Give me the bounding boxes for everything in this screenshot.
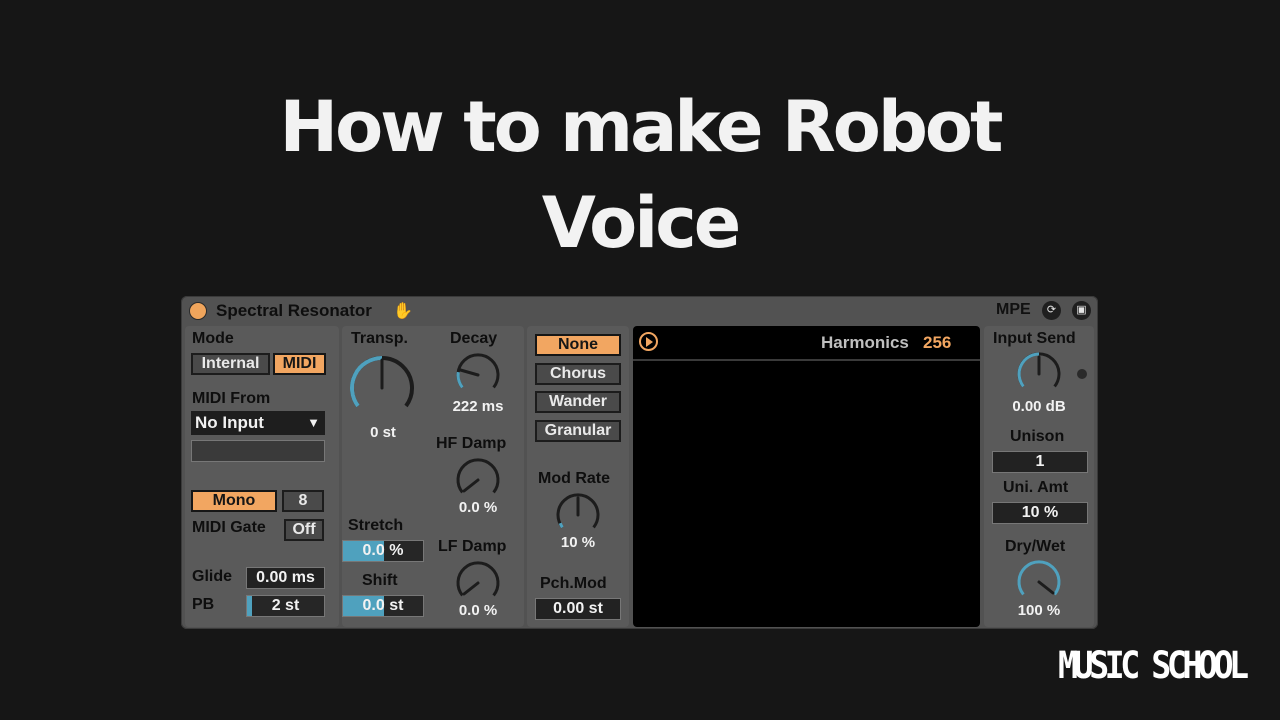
mode-label: Mode bbox=[192, 330, 234, 347]
mod-granular-button[interactable]: Granular bbox=[535, 420, 621, 442]
dry-wet-value: 100 % bbox=[1017, 602, 1061, 619]
mpe-label: MPE bbox=[996, 301, 1031, 318]
pb-slider[interactable]: 2 st bbox=[246, 595, 325, 617]
shift-label: Shift bbox=[362, 572, 398, 589]
dry-wet-label: Dry/Wet bbox=[1005, 538, 1066, 555]
mono-button[interactable]: Mono bbox=[191, 490, 277, 512]
midi-channel-field[interactable] bbox=[191, 440, 325, 462]
mod-rate-value: 10 % bbox=[560, 534, 596, 551]
input-send-indicator bbox=[1077, 369, 1087, 379]
music-school-logo: MUSIC SCHOOL bbox=[1058, 644, 1249, 687]
device-titlebar: Spectral Resonator ✋ MPE ⟳ ▣ bbox=[181, 296, 1098, 325]
mpe-toggle-icon[interactable]: ⟳ bbox=[1042, 301, 1061, 320]
output-panel: Input Send 0.00 dB Unison 1 Uni. Amt 10 … bbox=[984, 326, 1094, 627]
decay-value: 222 ms bbox=[452, 398, 504, 415]
pb-value: 2 st bbox=[271, 597, 300, 614]
play-icon[interactable] bbox=[639, 332, 658, 351]
hf-damp-knob[interactable] bbox=[453, 455, 503, 505]
headline-line-2: Voice bbox=[541, 182, 741, 264]
stretch-slider[interactable]: 0.0 % bbox=[342, 540, 424, 562]
display-header: Harmonics 256 bbox=[633, 326, 980, 361]
decay-label: Decay bbox=[450, 330, 498, 347]
input-send-knob[interactable] bbox=[1014, 349, 1064, 399]
mode-internal-button[interactable]: Internal bbox=[191, 353, 270, 375]
glide-label: Glide bbox=[192, 568, 233, 585]
midi-panel: Mode Internal MIDI MIDI From No Input ▼ … bbox=[185, 326, 339, 627]
harmonics-label: Harmonics bbox=[821, 333, 909, 352]
device-title: Spectral Resonator bbox=[216, 301, 372, 320]
mod-rate-knob[interactable] bbox=[553, 490, 603, 540]
mode-midi-button[interactable]: MIDI bbox=[273, 353, 326, 375]
mod-chorus-button[interactable]: Chorus bbox=[535, 363, 621, 385]
modulation-panel: None Chorus Wander Granular Mod Rate 10 … bbox=[527, 326, 629, 627]
shift-slider[interactable]: 0.0 st bbox=[342, 595, 424, 617]
uni-amt-label: Uni. Amt bbox=[1003, 479, 1069, 496]
input-send-label: Input Send bbox=[993, 330, 1076, 347]
shift-value: 0.0 st bbox=[362, 597, 404, 614]
lf-damp-knob[interactable] bbox=[453, 558, 503, 608]
lf-damp-label: LF Damp bbox=[438, 538, 507, 555]
save-preset-icon[interactable]: ▣ bbox=[1072, 301, 1091, 320]
device-power-button[interactable] bbox=[189, 302, 207, 320]
mod-none-button[interactable]: None bbox=[535, 334, 621, 356]
chevron-down-icon: ▼ bbox=[307, 415, 320, 430]
pch-mod-field[interactable]: 0.00 st bbox=[535, 598, 621, 620]
lf-damp-value: 0.0 % bbox=[458, 602, 498, 619]
voices-field[interactable]: 8 bbox=[282, 490, 324, 512]
midi-gate-label: MIDI Gate bbox=[192, 519, 266, 536]
harmonics-display: Harmonics 256 bbox=[633, 326, 980, 627]
pch-mod-label: Pch.Mod bbox=[540, 575, 607, 592]
hand-icon: ✋ bbox=[393, 303, 413, 320]
resonator-panel: Transp. 0 st Decay 222 ms HF Damp 0.0 % … bbox=[342, 326, 524, 627]
stretch-label: Stretch bbox=[348, 517, 404, 534]
spectral-resonator-device: Spectral Resonator ✋ MPE ⟳ ▣ Mode Intern… bbox=[181, 296, 1098, 629]
midi-from-dropdown[interactable]: No Input ▼ bbox=[191, 411, 325, 435]
unison-field[interactable]: 1 bbox=[992, 451, 1088, 473]
dry-wet-knob[interactable] bbox=[1014, 557, 1064, 607]
decay-knob[interactable] bbox=[453, 350, 503, 400]
midi-from-value: No Input bbox=[195, 413, 264, 432]
midi-gate-button[interactable]: Off bbox=[284, 519, 324, 541]
input-send-value: 0.00 dB bbox=[1012, 398, 1066, 415]
harmonics-value[interactable]: 256 bbox=[923, 333, 951, 353]
stretch-value: 0.0 % bbox=[362, 542, 404, 559]
transp-value: 0 st bbox=[370, 424, 396, 441]
headline-line-1: How to make Robot bbox=[279, 86, 1004, 168]
hf-damp-value: 0.0 % bbox=[458, 499, 498, 516]
unison-label: Unison bbox=[1010, 428, 1065, 445]
hf-damp-label: HF Damp bbox=[436, 435, 507, 452]
glide-field[interactable]: 0.00 ms bbox=[246, 567, 325, 589]
midi-from-label: MIDI From bbox=[192, 390, 271, 407]
transp-knob[interactable] bbox=[345, 351, 419, 425]
transp-label: Transp. bbox=[351, 330, 408, 347]
uni-amt-field[interactable]: 10 % bbox=[992, 502, 1088, 524]
mod-rate-label: Mod Rate bbox=[538, 470, 610, 487]
pb-label: PB bbox=[192, 596, 215, 613]
mod-wander-button[interactable]: Wander bbox=[535, 391, 621, 413]
